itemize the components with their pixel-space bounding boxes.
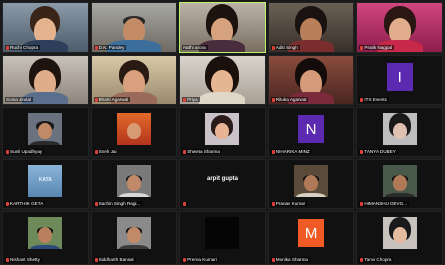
participant-tile[interactable]: Pratik Nagpal — [356, 2, 443, 53]
mic-muted-icon — [271, 201, 275, 206]
participant-tile[interactable]: Tanvi Chopra — [356, 211, 443, 265]
profile-photo — [205, 113, 240, 145]
profile-photo — [382, 217, 417, 249]
participant-name: TANYA DUBEY — [359, 149, 398, 154]
participant-name: D.K. Pandey — [93, 45, 127, 50]
participant-name — [182, 202, 189, 206]
mic-muted-icon — [360, 97, 364, 102]
video-gallery-grid: Ruchi Chopra D.K. Pandey Nidhi arora Adi… — [0, 0, 445, 265]
participant-name: Monika Sharma — [270, 257, 310, 262]
mic-muted-icon — [6, 257, 9, 262]
participant-name: Nishant Shetty — [5, 257, 42, 262]
participant-name: Nidhi arora — [182, 45, 208, 50]
avatar: N — [298, 115, 325, 143]
participant-name: Siddharth Bansal — [93, 257, 136, 262]
mic-muted-icon — [94, 201, 98, 206]
participant-tile[interactable]: Nishant Shetty — [2, 211, 89, 265]
mic-muted-icon — [94, 257, 98, 262]
participant-tile[interactable]: I ITS Events — [356, 55, 443, 105]
participant-tile[interactable]: Bharti Agarwal — [90, 55, 178, 105]
participant-tile[interactable]: Sonia Jindal — [2, 55, 89, 105]
participant-tile[interactable]: arpit gupta — [179, 159, 266, 209]
profile-photo — [28, 113, 63, 145]
participant-name: Pranav Kumar — [270, 201, 308, 206]
participant-name: Sonia Jindal — [5, 97, 34, 102]
mic-muted-icon — [360, 45, 364, 50]
participant-name: Shweta Sharma — [182, 149, 222, 154]
mic-muted-icon — [360, 201, 364, 206]
profile-photo — [382, 165, 417, 197]
participant-tile[interactable]: Pranav Kumar — [267, 159, 355, 209]
participant-tile-active-speaker[interactable]: Nidhi arora — [179, 2, 266, 53]
participant-name: Ruchi Chopra — [5, 45, 41, 50]
participant-name: KARTHIK GETA — [5, 201, 46, 206]
mic-muted-icon — [94, 45, 98, 50]
mic-muted-icon — [6, 201, 9, 206]
participant-tile[interactable]: N NIHARIKA MINZ — [267, 107, 355, 157]
participant-name: Tanvi Chopra — [359, 257, 394, 262]
profile-photo — [294, 165, 329, 197]
participant-tile[interactable]: Priya — [179, 55, 266, 105]
participant-tile[interactable]: TANYA DUBEY — [356, 107, 443, 157]
mic-muted-icon — [271, 257, 275, 262]
mic-muted-icon — [271, 45, 275, 50]
mic-muted-icon — [6, 45, 9, 50]
avatar: I — [386, 63, 413, 91]
profile-photo — [382, 113, 417, 145]
mic-muted-icon — [183, 149, 187, 154]
participant-tile[interactable]: Sunil Upadhyay — [2, 107, 89, 157]
participant-tile[interactable]: Rituka Agarwal — [267, 55, 355, 105]
profile-photo — [116, 217, 151, 249]
profile-photo: KATA — [28, 165, 63, 197]
participant-name: Rituka Agarwal — [270, 97, 309, 102]
mic-muted-icon — [271, 149, 275, 154]
participant-name: Bharti Agarwal — [93, 97, 131, 102]
participant-tile[interactable]: KATA KARTHIK GETA — [2, 159, 89, 209]
mic-muted-icon — [271, 97, 275, 102]
mic-muted-icon — [94, 149, 98, 154]
participant-name: Sunil Upadhyay — [5, 149, 45, 154]
participant-name: Sachin Singh Ragi... — [93, 201, 143, 206]
participant-tile[interactable]: Prerna Kumari — [179, 211, 266, 265]
participant-tile[interactable]: Sachin Singh Ragi... — [90, 159, 178, 209]
participant-name: Pratik Nagpal — [359, 45, 394, 50]
participant-tile[interactable]: D.K. Pandey — [90, 2, 178, 53]
participant-name: Prerna Kumari — [182, 257, 219, 262]
participant-name: Aditi Singh — [270, 45, 300, 50]
participant-tile[interactable]: M Monika Sharma — [267, 211, 355, 265]
avatar: M — [298, 219, 325, 247]
mic-muted-icon — [6, 149, 9, 154]
mic-muted-icon — [183, 97, 187, 102]
participant-tile[interactable]: Ruchi Chopra — [2, 2, 89, 53]
mic-muted-icon — [94, 97, 98, 102]
profile-photo — [205, 217, 240, 249]
mic-muted-icon — [360, 149, 364, 154]
mic-muted-icon — [183, 257, 187, 262]
participant-name: ITS Events — [359, 97, 389, 102]
mic-muted-icon — [183, 202, 187, 206]
participant-tile[interactable]: Aditi Singh — [267, 2, 355, 53]
profile-photo — [116, 165, 151, 197]
profile-photo — [28, 217, 63, 249]
participant-tile[interactable]: Siddharth Bansal — [90, 211, 178, 265]
participant-name: Sneh Jai — [93, 149, 119, 154]
participant-name: HIMANSHU DEVG... — [359, 201, 410, 206]
participant-tile[interactable]: HIMANSHU DEVG... — [356, 159, 443, 209]
participant-tile[interactable]: Sneh Jai — [90, 107, 178, 157]
participant-tile[interactable]: Shweta Sharma — [179, 107, 266, 157]
participant-name: Priya — [182, 97, 200, 102]
mic-muted-icon — [360, 257, 364, 262]
participant-display-name: arpit gupta — [206, 176, 238, 182]
participant-name: NIHARIKA MINZ — [270, 149, 312, 154]
profile-photo — [116, 113, 151, 145]
